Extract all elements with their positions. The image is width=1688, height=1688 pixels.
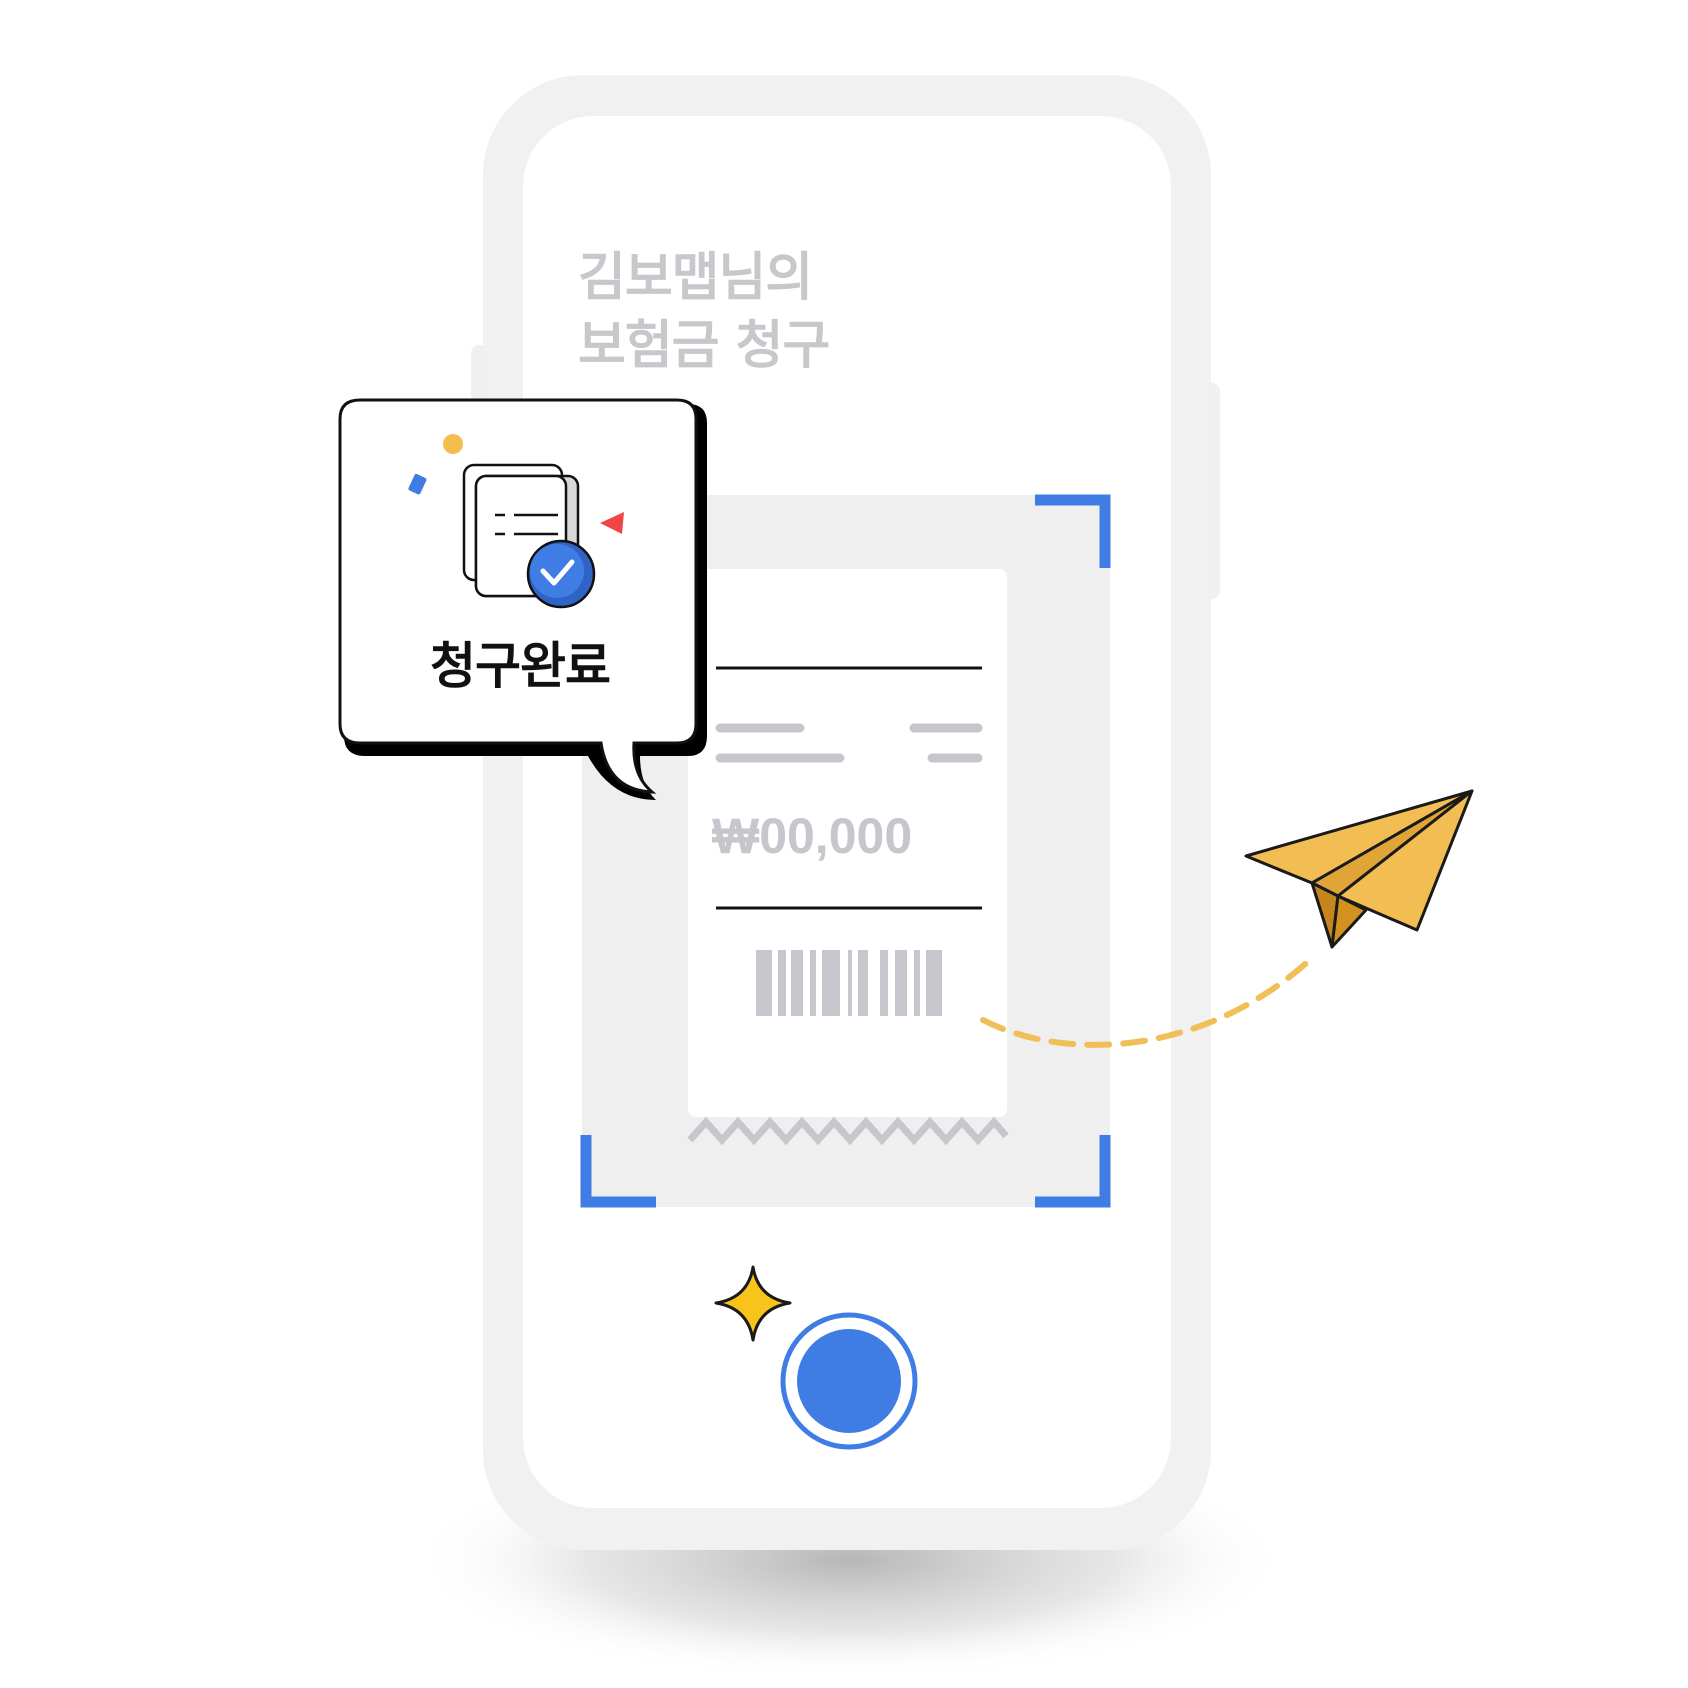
claim-complete-label: 청구완료 [430, 637, 611, 695]
receipt-amount: ₩00,000 [712, 808, 913, 864]
confetti-dot [443, 434, 463, 454]
barcode [756, 950, 942, 1016]
paper-plane-icon [1244, 789, 1474, 949]
check-badge-icon [526, 539, 596, 609]
shutter-button[interactable] [781, 1313, 917, 1449]
screen-title-line1: 김보맵님의 [578, 248, 813, 308]
screen-title: 김보맵님의 보험금 청구 [578, 244, 938, 380]
screen-title-line2: 보험금 청구 [578, 316, 830, 376]
